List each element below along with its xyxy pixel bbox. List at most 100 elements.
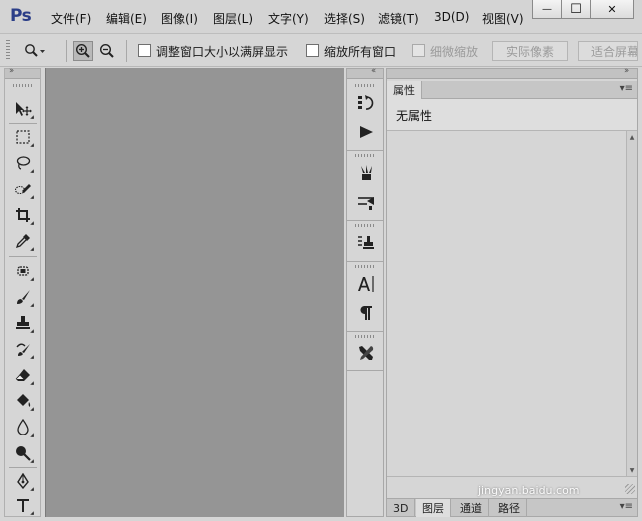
pen-tool[interactable] [11, 469, 35, 493]
paint-bucket-icon [17, 394, 31, 407]
properties-tab-strip: 属性 ▾≡ [387, 81, 637, 99]
dock-grip[interactable] [355, 265, 375, 268]
brush-tool[interactable] [11, 285, 35, 309]
dock-header[interactable]: ‹‹ [347, 66, 383, 79]
move-icon [16, 102, 32, 116]
collapse-panel-icon: ›› [624, 66, 629, 76]
tab-layers[interactable]: 图层 [416, 499, 451, 517]
crop-tool[interactable] [11, 203, 35, 227]
zoom-out-icon [99, 43, 114, 58]
brush-icon [17, 290, 30, 304]
layers-tab-strip: 3D 图层 通道 路径 ▾≡ [387, 498, 637, 517]
clone-source-panel-button[interactable] [355, 232, 377, 254]
brush-presets-panel-button[interactable] [355, 162, 377, 184]
blur-tool[interactable] [11, 415, 35, 439]
crop-icon [16, 208, 30, 222]
properties-panel-header[interactable]: ›› [387, 66, 637, 79]
zoom-all-windows-label: 缩放所有窗口 [324, 45, 397, 59]
brush-panel-button[interactable] [355, 191, 377, 213]
options-separator [66, 40, 67, 62]
paragraph-icon [360, 306, 372, 320]
fit-screen-button[interactable]: 适合屏幕 [578, 41, 638, 61]
eraser-tool[interactable] [11, 363, 35, 387]
maximize-icon: ☐ [570, 1, 582, 17]
panel-menu-icon[interactable]: ▾≡ [620, 83, 633, 94]
water-drop-icon [17, 419, 29, 435]
dock-grip[interactable] [355, 335, 375, 338]
history-brush-tool[interactable] [11, 337, 35, 361]
scrubby-zoom-checkbox[interactable] [412, 44, 425, 57]
actions-panel-button[interactable] [355, 121, 377, 143]
menu-file[interactable]: 文件(F) [51, 10, 91, 27]
watermark: jingyan.baidu.com [478, 484, 580, 497]
resize-windows-label: 调整窗口大小以满屏显示 [156, 45, 289, 59]
tools-grip[interactable] [13, 84, 33, 87]
zoom-in-button[interactable] [73, 41, 93, 61]
paragraph-panel-button[interactable] [355, 302, 377, 324]
quick-selection-tool[interactable] [11, 177, 35, 201]
character-panel-button[interactable] [355, 273, 377, 295]
brushes-icon [361, 165, 372, 180]
eyedropper-tool[interactable] [11, 229, 35, 253]
resize-windows-checkbox[interactable] [138, 44, 151, 57]
maximize-button[interactable]: ☐ [561, 0, 591, 19]
resize-grip-icon[interactable] [625, 484, 635, 494]
menu-3d[interactable]: 3D(D) [434, 10, 469, 24]
pen-icon [17, 473, 29, 489]
panel-icon-dock: ‹‹ [346, 66, 384, 517]
zoom-out-button[interactable] [97, 41, 117, 61]
menu-edit[interactable]: 编辑(E) [106, 10, 147, 27]
eyedropper-icon [15, 234, 30, 249]
stamp-icon [16, 316, 30, 329]
paint-bucket-tool[interactable] [11, 389, 35, 413]
marquee-tool[interactable] [11, 125, 35, 149]
tab-3d[interactable]: 3D [387, 499, 416, 517]
menu-filter[interactable]: 滤镜(T) [378, 10, 419, 27]
clone-stamp-tool[interactable] [11, 311, 35, 335]
move-tool[interactable] [11, 97, 35, 121]
spot-healing-tool[interactable] [11, 259, 35, 283]
tab-properties[interactable]: 属性 [387, 81, 422, 99]
options-bar-grip[interactable] [6, 40, 10, 60]
menu-image[interactable]: 图像(I) [161, 10, 198, 27]
menu-type[interactable]: 文字(Y) [268, 10, 309, 27]
zoom-all-windows-checkbox[interactable] [306, 44, 319, 57]
menu-layer[interactable]: 图层(L) [213, 10, 253, 27]
lasso-tool[interactable] [11, 151, 35, 175]
history-icon [358, 95, 374, 110]
tools-icon [359, 346, 374, 360]
tool-presets-panel-button[interactable] [355, 342, 377, 364]
tab-paths[interactable]: 路径 [492, 499, 527, 517]
properties-scrollbar[interactable]: ▲ ▼ [626, 131, 637, 476]
scroll-down-icon[interactable]: ▼ [627, 465, 637, 475]
properties-content [387, 131, 626, 476]
clone-source-icon [358, 236, 374, 249]
type-icon [17, 499, 29, 512]
properties-empty-label: 无属性 [387, 99, 637, 131]
photoshop-logo[interactable]: Ps [10, 6, 32, 26]
tab-channels[interactable]: 通道 [454, 499, 489, 517]
options-separator [126, 40, 127, 62]
tool-preset-picker[interactable] [24, 41, 46, 61]
dodge-tool[interactable] [11, 441, 35, 465]
dock-separator [347, 331, 383, 332]
dock-grip[interactable] [355, 224, 375, 227]
panel-menu-icon[interactable]: ▾≡ [620, 501, 633, 512]
menu-view[interactable]: 视图(V) [482, 10, 524, 27]
history-panel-button[interactable] [355, 92, 377, 114]
scroll-up-icon[interactable]: ▲ [627, 132, 637, 142]
type-tool[interactable] [11, 493, 35, 517]
dock-grip[interactable] [355, 154, 375, 157]
menu-select[interactable]: 选择(S) [324, 10, 365, 27]
dock-grip[interactable] [355, 84, 375, 87]
close-button[interactable]: ✕ [590, 0, 634, 19]
tool-separator [9, 467, 37, 468]
actual-pixels-button[interactable]: 实际像素 [492, 41, 568, 61]
minimize-button[interactable]: — [532, 0, 562, 19]
properties-panel: ›› 属性 ▾≡ 无属性 ▲ ▼ 3D 图层 通道 路径 ▾≡ [386, 66, 638, 517]
character-icon [358, 276, 374, 292]
document-canvas-area[interactable] [45, 68, 344, 517]
brush-settings-icon [358, 197, 374, 210]
tools-panel-header[interactable]: ›› [5, 66, 40, 79]
close-icon: ✕ [607, 2, 617, 16]
